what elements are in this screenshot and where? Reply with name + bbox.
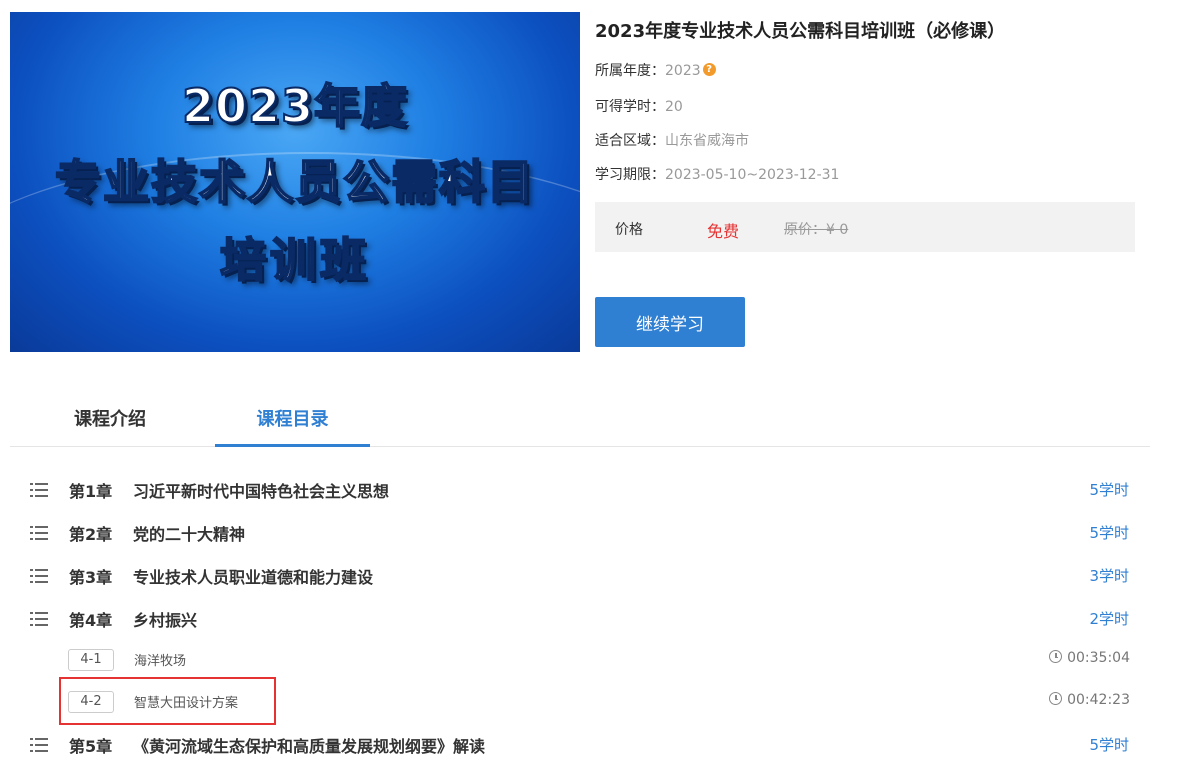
chapter-row[interactable]: 第4章 乡村振兴 2学时 <box>30 603 1130 633</box>
year-label: 所属年度： <box>595 63 665 79</box>
lesson-duration-value: 00:35:04 <box>1067 650 1130 666</box>
chapter-title: 《黄河流域生态保护和高质量发展规划纲要》解读 <box>133 737 486 756</box>
chapter-hours: 5学时 <box>1089 481 1129 499</box>
course-cover-image: 2023年度 专业技术人员公需科目 培训班 <box>10 12 580 352</box>
chapter-number: 第4章 <box>69 611 113 630</box>
tab-course-catalog[interactable]: 课程目录 <box>215 398 370 447</box>
chapter-number: 第2章 <box>69 525 113 544</box>
period-row: 学习期限：2023-05-10~2023-12-31 <box>595 164 839 184</box>
lesson-duration: 00:42:23 <box>1049 692 1130 708</box>
price-box: 价格 免费 原价：¥ 0 <box>595 202 1135 252</box>
cover-line-3: 培训班 <box>219 232 370 288</box>
chapter-number: 第1章 <box>69 482 113 501</box>
region-row: 适合区域：山东省威海市 <box>595 130 749 150</box>
chapter-row[interactable]: 第2章 党的二十大精神 5学时 <box>30 517 1130 547</box>
list-icon <box>30 526 48 540</box>
year-row: 所属年度：2023? <box>595 60 716 80</box>
price-label: 价格 <box>615 222 643 238</box>
chapter-row[interactable]: 第3章 专业技术人员职业道德和能力建设 3学时 <box>30 560 1130 590</box>
list-icon <box>30 738 48 752</box>
continue-learning-button[interactable]: 继续学习 <box>595 297 745 347</box>
region-value: 山东省威海市 <box>665 133 749 149</box>
list-icon <box>30 483 48 497</box>
lesson-number: 4-1 <box>68 649 114 671</box>
price-value: 免费 <box>707 222 740 241</box>
course-tabs: 课程介绍 课程目录 <box>10 398 1150 447</box>
original-price: 原价：¥ 0 <box>784 222 849 238</box>
period-label: 学习期限： <box>595 167 665 183</box>
clock-icon <box>1049 692 1063 705</box>
chapter-row[interactable]: 第1章 习近平新时代中国特色社会主义思想 5学时 <box>30 474 1130 504</box>
lesson-duration: 00:35:04 <box>1049 650 1130 666</box>
tab-course-intro[interactable]: 课程介绍 <box>50 398 170 444</box>
year-value: 2023 <box>665 63 701 79</box>
hours-value: 20 <box>665 99 683 115</box>
chapter-hours: 3学时 <box>1089 567 1129 585</box>
chapter-hours: 5学时 <box>1089 524 1129 542</box>
hours-label: 可得学时： <box>595 99 665 115</box>
chapter-title: 习近平新时代中国特色社会主义思想 <box>133 482 390 501</box>
course-title: 2023年度专业技术人员公需科目培训班（必修课） <box>595 21 1006 42</box>
course-info-panel: 2023年度专业技术人员公需科目培训班（必修课） 所属年度：2023? 可得学时… <box>595 12 1135 347</box>
lesson-row[interactable]: 4-1 海洋牧场 00:35:04 <box>68 647 1130 673</box>
list-icon <box>30 569 48 583</box>
chapter-title: 党的二十大精神 <box>133 525 246 544</box>
chapter-hours: 5学时 <box>1089 736 1129 754</box>
chapter-hours: 2学时 <box>1089 610 1129 628</box>
highlight-box <box>59 677 276 725</box>
clock-icon <box>1049 650 1063 663</box>
lesson-title: 海洋牧场 <box>134 654 187 669</box>
list-icon <box>30 612 48 626</box>
chapter-title: 乡村振兴 <box>133 611 198 630</box>
hours-row: 可得学时：20 <box>595 96 683 116</box>
cover-line-1: 2023年度 <box>181 78 409 134</box>
period-value: 2023-05-10~2023-12-31 <box>665 167 840 183</box>
region-label: 适合区域： <box>595 133 665 149</box>
help-icon[interactable]: ? <box>702 63 716 76</box>
cover-line-2: 专业技术人员公需科目 <box>54 154 535 210</box>
chapter-number: 第5章 <box>69 737 113 756</box>
lesson-duration-value: 00:42:23 <box>1067 692 1130 708</box>
chapter-number: 第3章 <box>69 568 113 587</box>
chapter-title: 专业技术人员职业道德和能力建设 <box>133 568 374 587</box>
chapter-row[interactable]: 第5章 《黄河流域生态保护和高质量发展规划纲要》解读 5学时 <box>30 729 1130 759</box>
